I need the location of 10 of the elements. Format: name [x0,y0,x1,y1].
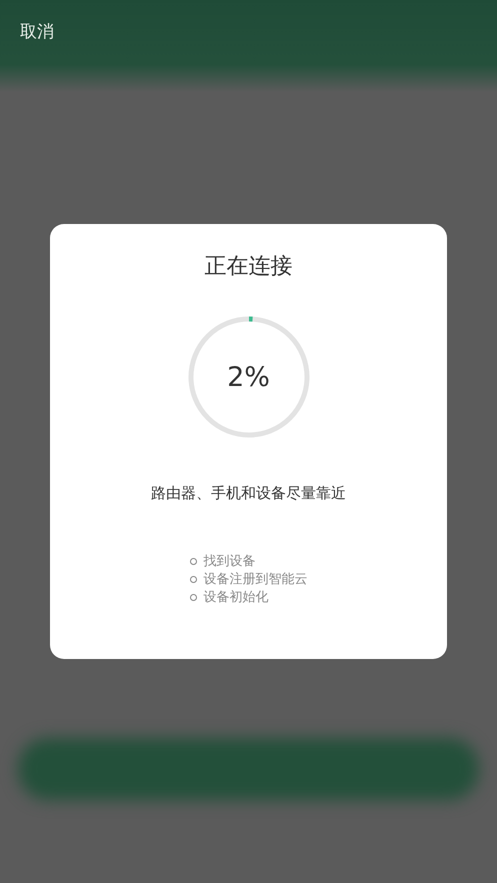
step-text: 找到设备 [204,553,256,570]
dialog-title: 正在连接 [204,253,292,281]
cancel-button[interactable]: 取消 [20,20,54,43]
step-text: 设备注册到智能云 [204,571,308,588]
hint-text: 路由器、手机和设备尽量靠近 [151,484,346,503]
progress-percent: 2% [227,362,270,392]
step-text: 设备初始化 [204,589,268,606]
step-bullet-icon [190,594,196,601]
step-bullet-icon [190,576,196,583]
step-bullet-icon [190,558,196,565]
